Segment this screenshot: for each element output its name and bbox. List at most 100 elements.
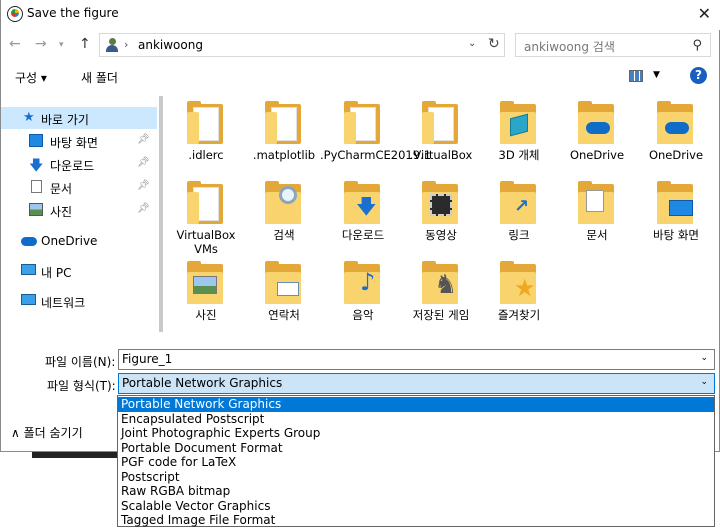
sidebar-item-label: 네트워크 <box>41 296 86 310</box>
desktop-folder-icon <box>657 181 693 224</box>
sidebar-item-network[interactable]: 네트워크 <box>1 290 157 312</box>
folder-icon <box>422 101 458 144</box>
hide-folders-button[interactable]: ∧ 폴더 숨기기 <box>11 424 83 441</box>
list-item[interactable]: 문서 <box>558 180 636 258</box>
list-item[interactable]: 🡇 다운로드 <box>324 180 402 258</box>
sidebar-item-label: 내 PC <box>41 266 72 280</box>
search-folder-icon <box>265 181 301 224</box>
chevron-down-icon[interactable]: ⌄ <box>468 38 476 49</box>
onedrive-folder-icon <box>578 101 614 144</box>
file-name: .matplotlib <box>252 148 316 162</box>
dropdown-option[interactable]: Encapsulated Postscript <box>118 412 714 427</box>
dropdown-option[interactable]: Portable Document Format <box>118 441 714 456</box>
app-icon <box>7 6 23 22</box>
file-name: 다운로드 <box>341 228 385 242</box>
file-name: 문서 <box>586 228 608 242</box>
list-item[interactable]: 연락처 <box>245 260 323 338</box>
hide-folders-label: 폴더 숨기기 <box>23 426 83 440</box>
list-item[interactable]: 동영상 <box>402 180 480 258</box>
view-options-icon[interactable] <box>629 70 643 82</box>
sidebar-scrollbar-thumb[interactable] <box>159 96 163 332</box>
back-arrow-icon[interactable]: ← <box>9 36 21 52</box>
file-name: 3D 개체 <box>498 148 540 162</box>
search-box[interactable]: ankiwoong 검색 ⚲ <box>515 33 711 57</box>
sidebar-item-downloads[interactable]: 🡇 다운로드 📌︎ <box>1 153 157 175</box>
videos-folder-icon <box>422 181 458 224</box>
sidebar-item-documents[interactable]: 문서 📌︎ <box>1 176 157 198</box>
filetype-select[interactable]: Portable Network Graphics ⌄ <box>118 373 715 394</box>
file-name: OneDrive <box>569 148 625 162</box>
refresh-icon[interactable]: ↻ <box>488 36 500 52</box>
list-item[interactable]: OneDrive <box>558 100 636 178</box>
sidebar-item-label: 바탕 화면 <box>50 136 98 150</box>
close-icon[interactable]: ✕ <box>698 4 711 23</box>
command-bar: 구성 ▾ 새 폴더 ▼ ? <box>1 62 720 92</box>
list-item[interactable]: .matplotlib <box>245 100 323 178</box>
sidebar-item-pictures[interactable]: 사진 📌︎ <box>1 199 157 221</box>
sidebar-item-this-pc[interactable]: 내 PC <box>1 260 157 282</box>
favorites-folder-icon: ★ <box>500 261 536 304</box>
list-item[interactable]: 검색 <box>245 180 323 258</box>
list-item[interactable]: 바탕 화면 <box>637 180 715 258</box>
file-name: OneDrive <box>648 148 704 162</box>
list-item[interactable]: ★ 즐겨찾기 <box>480 260 558 338</box>
filename-field[interactable]: Figure_1 ⌄ <box>118 349 715 370</box>
3d-objects-icon <box>500 101 536 144</box>
filename-input[interactable]: Figure_1 <box>122 352 172 366</box>
sidebar-item-label: 사진 <box>50 205 73 219</box>
list-item[interactable]: ↗ 링크 <box>480 180 558 258</box>
file-name: 검색 <box>273 228 295 242</box>
list-item[interactable]: ♪ 음악 <box>324 260 402 338</box>
pictures-folder-icon <box>187 261 223 304</box>
chevron-down-icon[interactable]: ⌄ <box>700 377 708 387</box>
dropdown-option[interactable]: Portable Network Graphics <box>118 397 714 412</box>
sidebar-item-label: 바로 가기 <box>41 113 89 127</box>
new-folder-button[interactable]: 새 폴더 <box>81 69 118 86</box>
chevron-down-icon[interactable]: ⌄ <box>700 353 708 363</box>
star-icon: ★ <box>23 110 35 125</box>
sidebar-item-onedrive[interactable]: OneDrive <box>1 230 157 252</box>
dropdown-option[interactable]: Raw RGBA bitmap <box>118 484 714 499</box>
filetype-dropdown-list[interactable]: Portable Network Graphics Encapsulated P… <box>117 395 715 527</box>
list-item[interactable]: 3D 개체 <box>480 100 558 178</box>
dropdown-option[interactable]: Scalable Vector Graphics <box>118 499 714 514</box>
sidebar-item-label: 다운로드 <box>50 159 95 173</box>
chevron-right-icon[interactable]: › <box>124 38 128 51</box>
search-input[interactable]: ankiwoong 검색 <box>524 38 615 55</box>
save-dialog: Save the figure ✕ ← → ▾ ↑ › ankiwoong ⌄ … <box>0 0 720 452</box>
list-item[interactable]: ♞ 저장된 게임 <box>402 260 480 338</box>
documents-folder-icon <box>578 181 614 224</box>
list-item[interactable]: .idlerc <box>167 100 245 178</box>
file-name: .VirtualBox <box>409 148 473 162</box>
dropdown-option[interactable]: Postscript <box>118 470 714 485</box>
pin-icon[interactable]: 📌︎ <box>137 157 150 168</box>
list-item[interactable]: VirtualBox VMs <box>167 180 245 258</box>
recent-dropdown-icon[interactable]: ▾ <box>59 40 64 50</box>
filetype-value[interactable]: Portable Network Graphics <box>122 376 282 390</box>
sidebar-item-quick-access[interactable]: ★ 바로 가기 <box>1 107 157 129</box>
dropdown-option[interactable]: PGF code for LaTeX <box>118 455 714 470</box>
up-arrow-icon[interactable]: ↑ <box>79 36 91 52</box>
chevron-down-icon[interactable]: ▼ <box>653 70 660 80</box>
list-item[interactable]: .VirtualBox <box>402 100 480 178</box>
dropdown-option[interactable]: Joint Photographic Experts Group <box>118 426 714 441</box>
title-bar: Save the figure ✕ <box>1 0 720 30</box>
pin-icon[interactable]: 📌︎ <box>137 203 150 214</box>
download-icon: 🡇 <box>29 158 44 174</box>
dropdown-option[interactable]: Tagged Image File Format <box>118 513 714 528</box>
filename-label: 파일 이름(N): <box>45 355 116 369</box>
organize-button[interactable]: 구성 ▾ <box>15 69 47 86</box>
forward-arrow-icon[interactable]: → <box>35 36 47 52</box>
downloads-folder-icon: 🡇 <box>344 181 380 224</box>
list-item[interactable]: OneDrive <box>637 100 715 178</box>
address-path[interactable]: ankiwoong <box>138 38 203 52</box>
search-icon[interactable]: ⚲ <box>692 38 702 53</box>
file-name: 음악 <box>352 308 374 322</box>
help-icon[interactable]: ? <box>690 67 707 84</box>
sidebar-item-desktop[interactable]: 바탕 화면 📌︎ <box>1 130 157 152</box>
list-item[interactable]: 사진 <box>167 260 245 338</box>
address-bar[interactable]: › ankiwoong ⌄ ↻ <box>99 33 505 57</box>
list-item[interactable]: .PyCharmCE2019.1 <box>320 100 431 178</box>
pin-icon[interactable]: 📌︎ <box>137 134 150 145</box>
pin-icon[interactable]: 📌︎ <box>137 180 150 191</box>
